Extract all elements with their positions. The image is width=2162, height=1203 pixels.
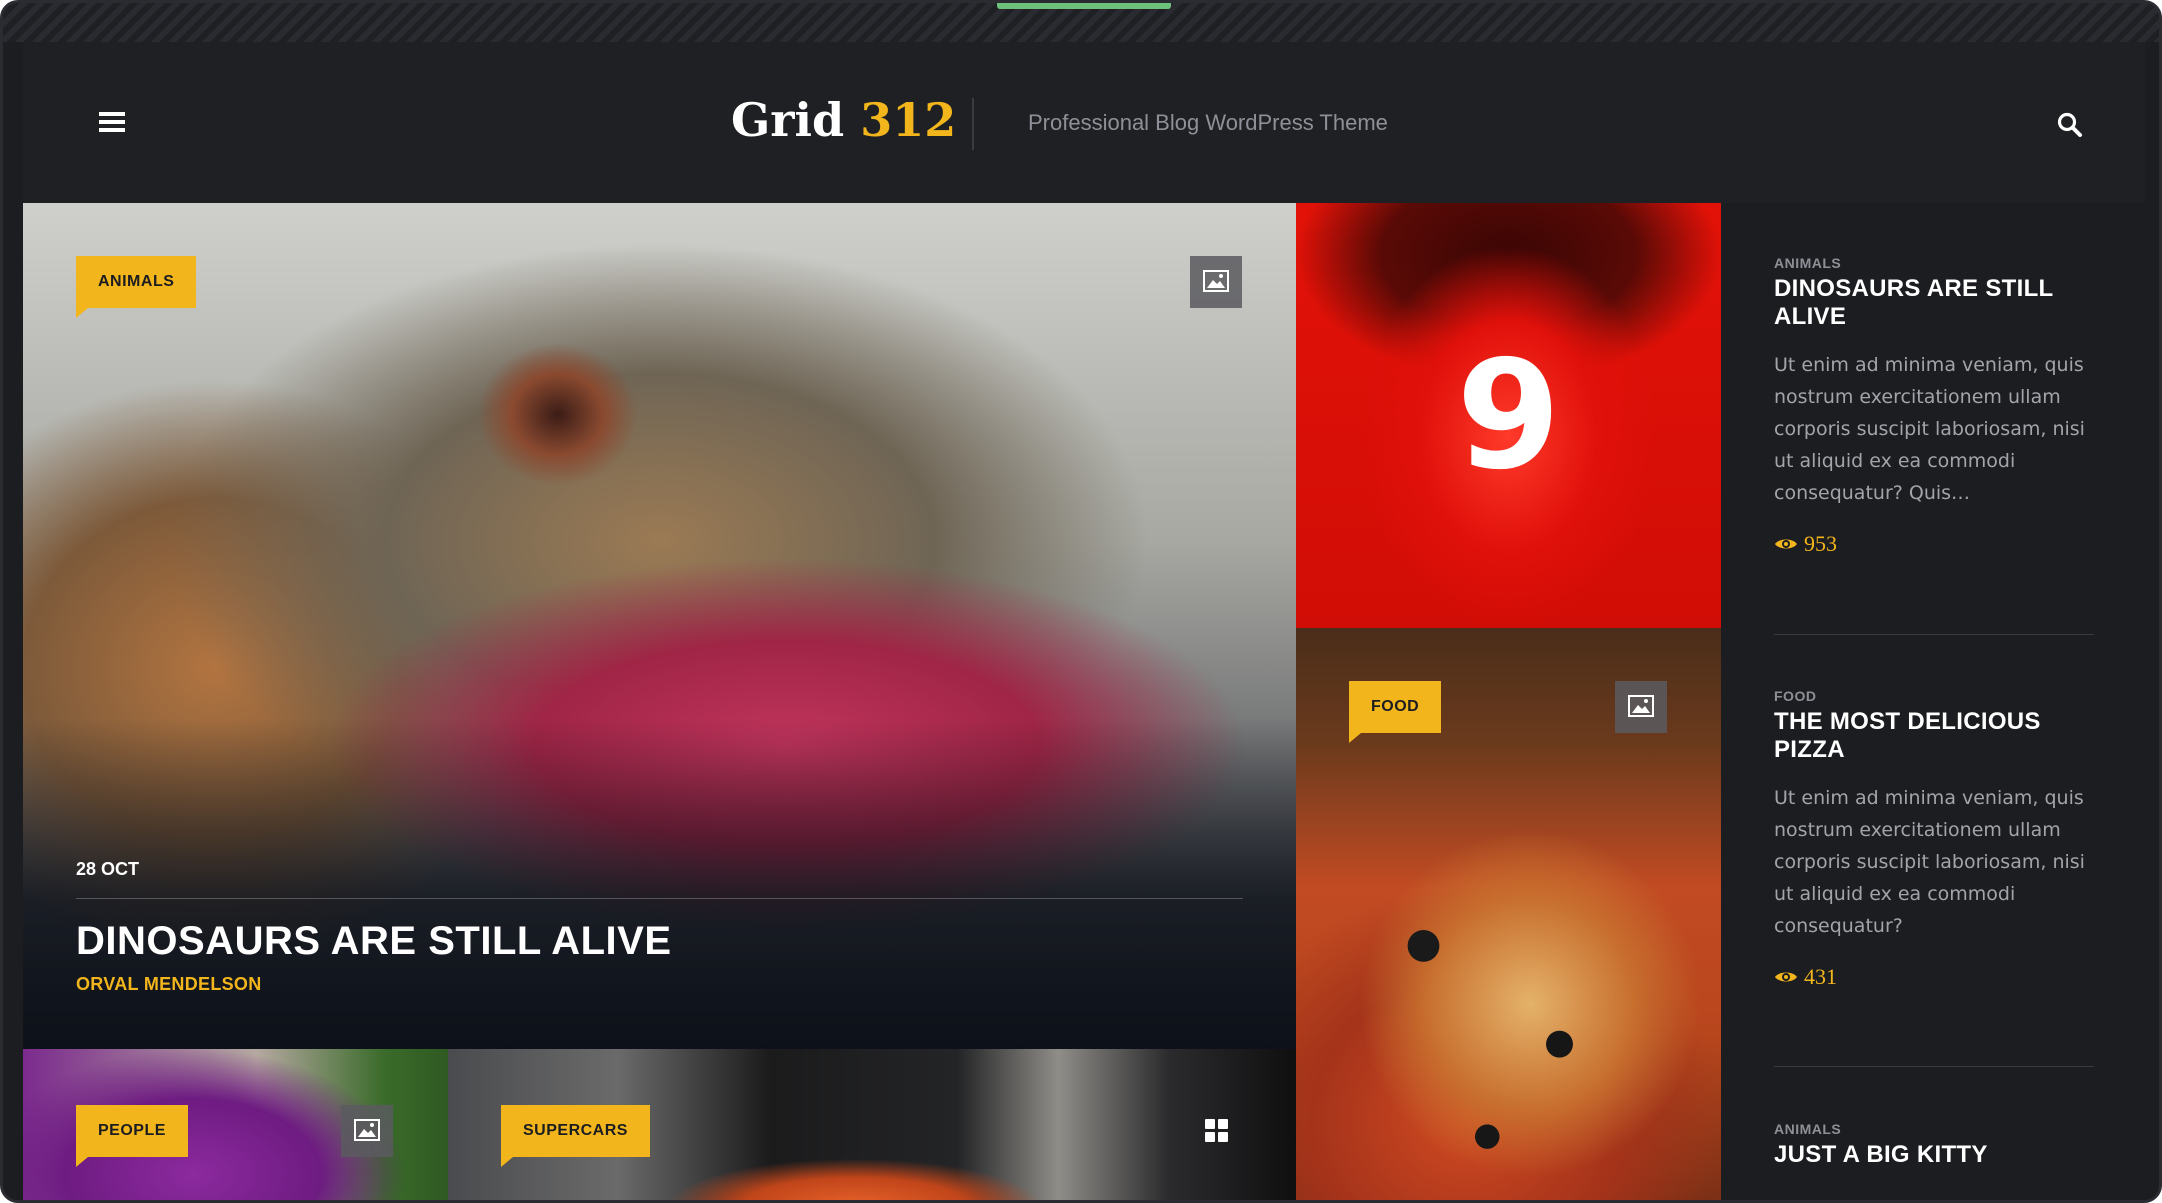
sidebar-post: ANIMALS JUST A BIG KITTY (1774, 1121, 2094, 1169)
logo-word: Grid (731, 93, 845, 147)
image-icon (1628, 695, 1654, 717)
sidebar-post-excerpt: Ut enim ad minima veniam, quis nostrum e… (1774, 354, 2085, 504)
site-logo[interactable]: Grid 312 (731, 90, 956, 150)
featured-number-tile[interactable]: 9 (1296, 203, 1721, 628)
sidebar-post-title[interactable]: JUST A BIG KITTY (1774, 1141, 2094, 1169)
sidebar-post-excerpt: Ut enim ad minima veniam, quis nostrum e… (1774, 787, 2085, 937)
sidebar-post-category[interactable]: FOOD (1774, 688, 2094, 704)
image-icon (1203, 270, 1229, 292)
sidebar-separator (1774, 634, 2094, 635)
search-icon[interactable] (2056, 111, 2084, 139)
eye-icon (1775, 539, 1797, 549)
hero-author[interactable]: ORVAL MENDELSON (76, 974, 262, 995)
site-header: Grid 312 Professional Blog WordPress The… (23, 42, 2145, 203)
sidebar-post: FOOD THE MOST DELICIOUS PIZZA Ut enim ad… (1774, 688, 2094, 990)
views-count: 431 (1804, 964, 1837, 989)
header-divider (972, 98, 974, 150)
sidebar-separator (1774, 1066, 2094, 1067)
sidebar-post-title[interactable]: DINOSAURS ARE STILL ALIVE (1774, 275, 2094, 331)
sidebar-post-category[interactable]: ANIMALS (1774, 255, 2094, 271)
image-icon (354, 1119, 380, 1141)
sidebar-post-category[interactable]: ANIMALS (1774, 1121, 2094, 1137)
eye-icon (1775, 972, 1797, 982)
site-tagline: Professional Blog WordPress Theme (1028, 110, 1388, 135)
people-image-format-button[interactable] (341, 1105, 393, 1157)
hero-divider (76, 898, 1243, 899)
food-category-badge[interactable]: FOOD (1349, 681, 1442, 743)
top-accent-bar (997, 3, 1171, 9)
browser-frame: Grid 312 Professional Blog WordPress The… (0, 0, 2162, 1203)
sidebar-post-views: 953 (1774, 531, 2094, 557)
supercars-category-badge[interactable]: SUPERCARS (501, 1105, 650, 1167)
recent-posts-sidebar: ANIMALS DINOSAURS ARE STILL ALIVE Ut eni… (1721, 203, 2145, 1200)
hero-shade (23, 719, 1296, 1049)
featured-number: 9 (1456, 329, 1561, 503)
hero-title[interactable]: DINOSAURS ARE STILL ALIVE (76, 919, 672, 964)
food-image-format-button[interactable] (1615, 681, 1667, 733)
hero-category-badge[interactable]: ANIMALS (76, 256, 197, 318)
hamburger-icon[interactable] (99, 112, 125, 132)
people-category-badge[interactable]: PEOPLE (76, 1105, 188, 1167)
sidebar-post-title[interactable]: THE MOST DELICIOUS PIZZA (1774, 708, 2094, 764)
logo-number: 312 (860, 93, 957, 147)
grid-icon[interactable] (1205, 1119, 1229, 1143)
sidebar-post: ANIMALS DINOSAURS ARE STILL ALIVE Ut eni… (1774, 255, 2094, 557)
hero-image-format-button[interactable] (1190, 256, 1242, 308)
hero-date: 28 OCT (76, 859, 140, 879)
sidebar-post-views: 431 (1774, 964, 2094, 990)
views-count: 953 (1804, 531, 1837, 556)
